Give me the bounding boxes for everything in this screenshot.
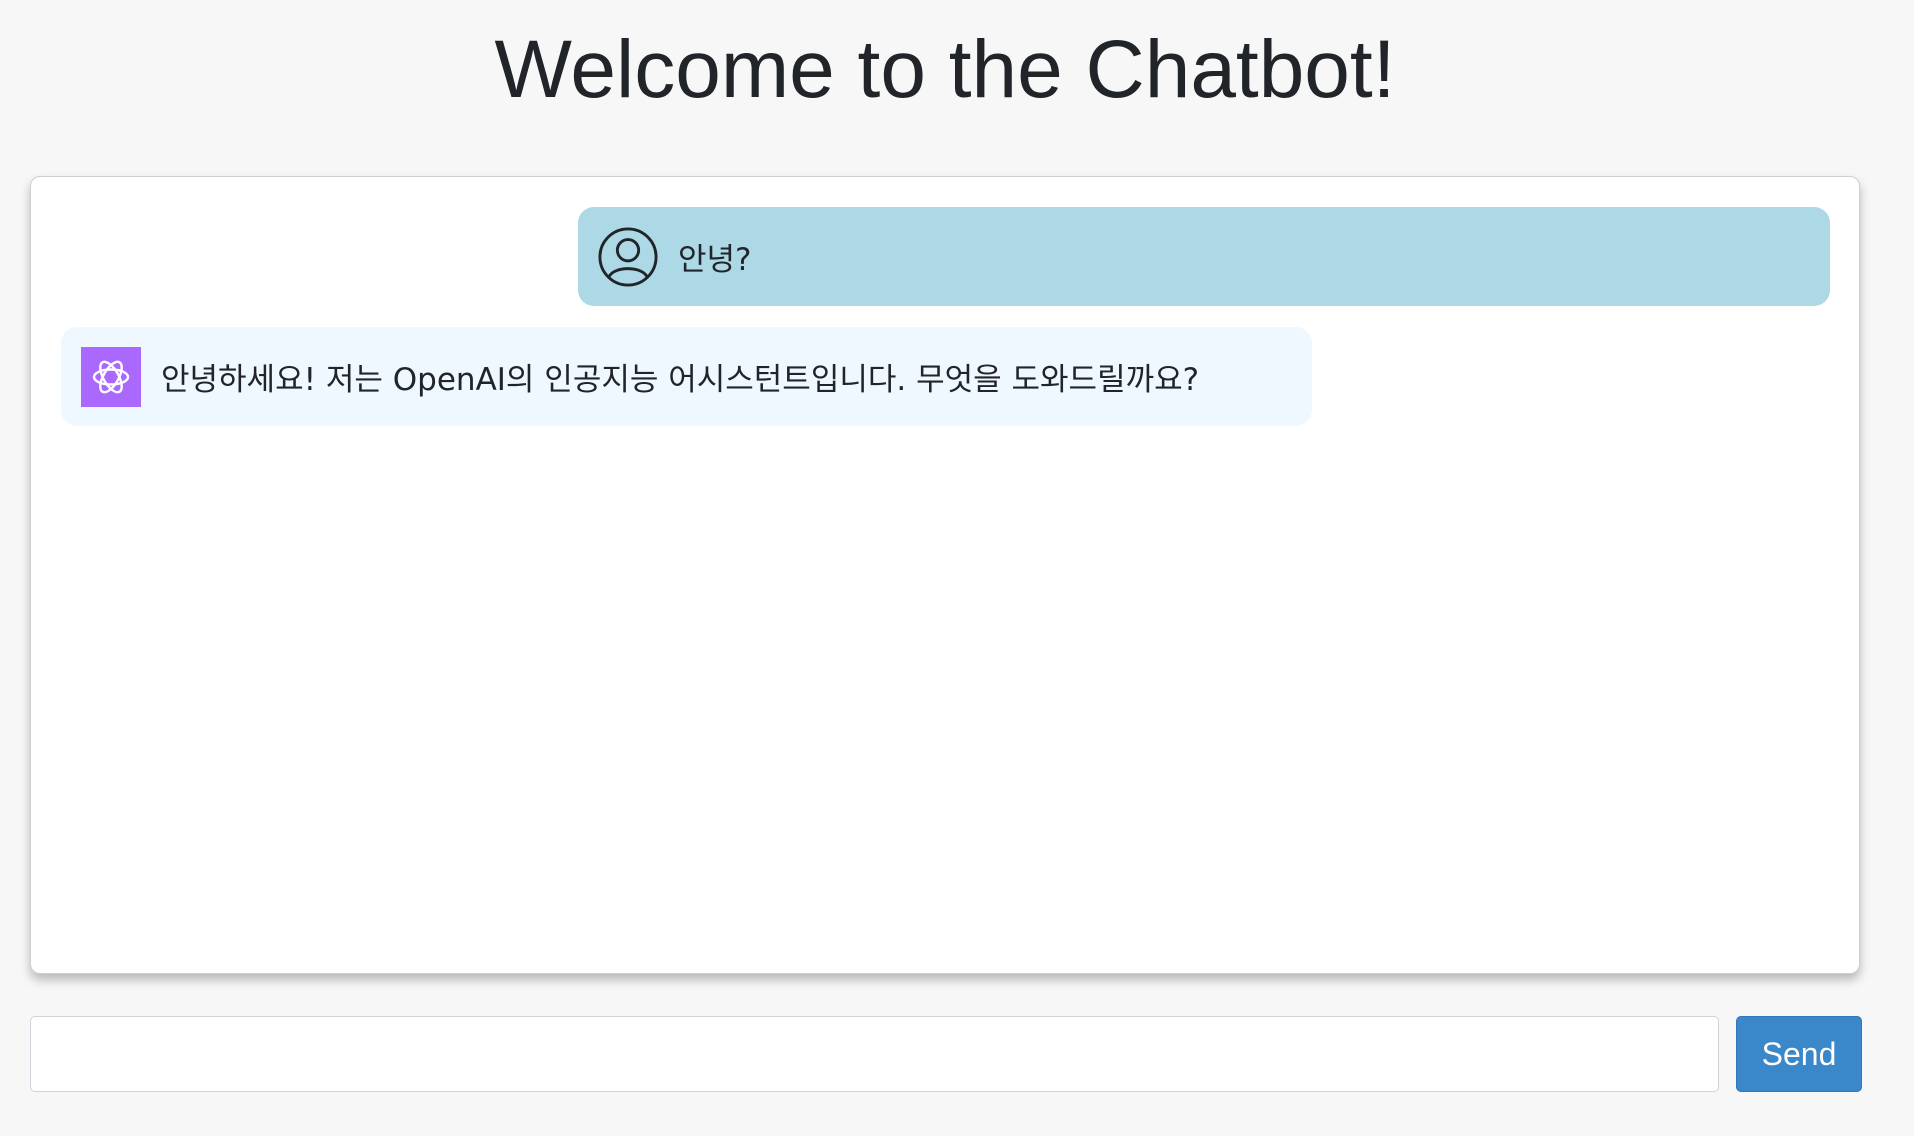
user-message-text: 안녕? xyxy=(678,242,752,278)
assistant-message-text: 안녕하세요! 저는 OpenAI의 인공지능 어시스턴트입니다. 무엇을 도와드… xyxy=(161,362,1200,398)
assistant-message: 안녕하세요! 저는 OpenAI의 인공지능 어시스턴트입니다. 무엇을 도와드… xyxy=(61,327,1312,426)
user-message: 안녕? xyxy=(578,207,1830,306)
openai-logo-icon xyxy=(81,346,141,407)
message-input[interactable] xyxy=(30,1016,1719,1092)
user-circle-icon xyxy=(598,226,658,287)
page-title: Welcome to the Chatbot! xyxy=(494,24,1396,115)
chat-window[interactable]: 안녕? 안녕하세요! 저는 OpenAI의 인공지능 어시스턴트입니다. 무엇을… xyxy=(30,176,1860,974)
send-button[interactable]: Send xyxy=(1736,1016,1862,1092)
composer: Send xyxy=(30,1016,1862,1092)
